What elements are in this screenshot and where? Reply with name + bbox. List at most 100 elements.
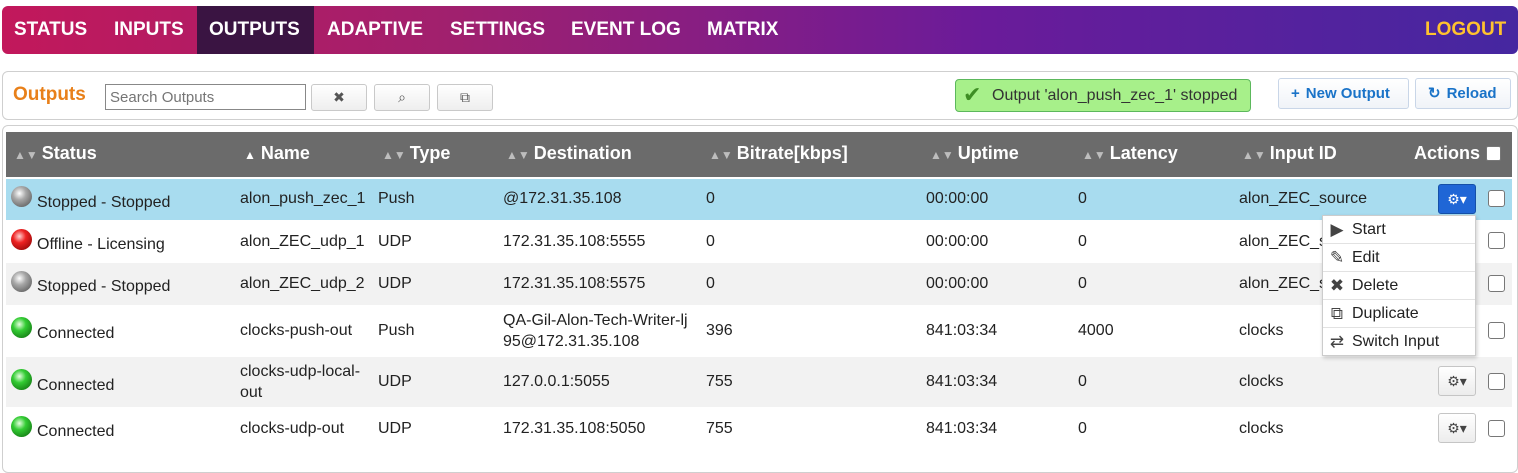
status-notice: ✔ Output 'alon_push_zec_1' stopped — [955, 79, 1251, 112]
cell-uptime: 841:03:34 — [926, 373, 998, 390]
cell-bitrate: 0 — [706, 275, 715, 292]
nav-matrix[interactable]: MATRIX — [695, 6, 790, 54]
delete-icon: ✖ — [1329, 276, 1345, 295]
reload-button[interactable]: ↻ Reload — [1415, 78, 1511, 109]
row-checkbox[interactable] — [1488, 232, 1505, 249]
cell-uptime: 00:00:00 — [926, 233, 989, 250]
cell-destination: 172.31.35.108:5575 — [503, 275, 646, 292]
menu-item-delete[interactable]: ✖ Delete — [1323, 272, 1475, 300]
table-row[interactable]: Connected clocks-push-out Push QA-Gil-Al… — [6, 305, 1512, 357]
cell-latency: 0 — [1078, 420, 1087, 437]
col-latency[interactable]: ▲▼ Latency — [1082, 132, 1178, 177]
search-icon: ⌕ — [398, 89, 406, 105]
cell-input-id: alon_ZEC_s — [1239, 233, 1328, 250]
cell-name: clocks-udp-out — [240, 420, 345, 437]
cell-uptime: 00:00:00 — [926, 190, 989, 207]
col-actions: Actions — [1414, 143, 1481, 163]
notice-text: Output 'alon_push_zec_1' stopped — [992, 87, 1238, 104]
row-checkbox[interactable] — [1488, 420, 1505, 437]
cell-destination: @172.31.35.108 — [503, 190, 622, 207]
col-destination[interactable]: ▲▼ Destination — [506, 132, 632, 177]
table-row[interactable]: Stopped - Stopped alon_ZEC_udp_2 UDP 172… — [6, 263, 1512, 305]
cell-latency: 0 — [1078, 373, 1087, 390]
cell-type: UDP — [378, 373, 412, 390]
col-type[interactable]: ▲▼ Type — [382, 132, 450, 177]
sort-icon: ▲▼ — [930, 148, 954, 162]
cell-latency: 0 — [1078, 275, 1087, 292]
top-nav: STATUS INPUTS OUTPUTS ADAPTIVE SETTINGS … — [2, 6, 1518, 54]
table-row[interactable]: Connected clocks-udp-local-out UDP 127.0… — [6, 357, 1512, 407]
cell-destination: 172.31.35.108:5555 — [503, 233, 646, 250]
nav-status[interactable]: STATUS — [2, 6, 99, 54]
cell-bitrate: 0 — [706, 190, 715, 207]
switch-icon: ⇄ — [1329, 332, 1345, 351]
cell-input-id: clocks — [1239, 322, 1284, 339]
cell-latency: 4000 — [1078, 322, 1114, 339]
copy-icon: ⧉ — [460, 89, 470, 105]
select-all-checkbox[interactable] — [1486, 146, 1501, 161]
row-checkbox[interactable] — [1488, 373, 1505, 390]
cell-input-id: alon_ZEC_source — [1239, 190, 1368, 207]
cell-name: clocks-udp-local-out — [240, 363, 361, 401]
gear-icon: ⚙▾ — [1447, 191, 1467, 207]
menu-item-start[interactable]: ▶ Start — [1323, 216, 1475, 244]
cell-status: Offline - Licensing — [37, 236, 165, 253]
table-row[interactable]: Offline - Licensing alon_ZEC_udp_1 UDP 1… — [6, 220, 1512, 263]
actions-menu: ▶ Start ✎ Edit ✖ Delete ⧉ Duplicate ⇄ Sw… — [1322, 215, 1476, 356]
actions-dropdown-button[interactable]: ⚙▾ — [1438, 184, 1476, 214]
table-row[interactable]: Connected clocks-udp-out UDP 172.31.35.1… — [6, 407, 1512, 452]
status-led-icon — [11, 369, 32, 390]
row-checkbox[interactable] — [1488, 322, 1505, 339]
cell-latency: 0 — [1078, 190, 1087, 207]
clear-search-button[interactable]: ✖ — [311, 84, 367, 111]
gear-icon: ⚙▾ — [1447, 420, 1467, 436]
col-name[interactable]: ▲ Name — [244, 132, 310, 177]
cell-type: UDP — [378, 233, 412, 250]
cell-type: Push — [378, 190, 415, 207]
nav-event-log[interactable]: EVENT LOG — [559, 6, 693, 54]
cell-bitrate: 755 — [706, 373, 733, 390]
row-checkbox[interactable] — [1488, 190, 1505, 207]
nav-adaptive[interactable]: ADAPTIVE — [315, 6, 435, 54]
cell-name: clocks-push-out — [240, 322, 353, 339]
play-icon: ▶ — [1330, 220, 1344, 239]
plus-icon: + — [1291, 85, 1300, 102]
table-row[interactable]: Stopped - Stopped alon_push_zec_1 Push @… — [6, 179, 1512, 220]
nav-logout[interactable]: LOGOUT — [1413, 6, 1518, 54]
cell-input-id: clocks — [1239, 373, 1284, 390]
reload-label: Reload — [1446, 85, 1497, 102]
nav-outputs[interactable]: OUTPUTS — [197, 6, 314, 54]
new-output-button[interactable]: + New Output — [1278, 78, 1409, 109]
cell-status: Stopped - Stopped — [37, 278, 171, 295]
menu-item-switch-input[interactable]: ⇄ Switch Input — [1323, 328, 1475, 356]
col-input-id[interactable]: ▲▼ Input ID — [1242, 132, 1337, 177]
col-bitrate[interactable]: ▲▼ Bitrate[kbps] — [709, 132, 848, 177]
cell-status: Stopped - Stopped — [37, 194, 171, 211]
sort-icon: ▲▼ — [1082, 148, 1106, 162]
menu-item-duplicate[interactable]: ⧉ Duplicate — [1323, 300, 1475, 328]
cell-type: Push — [378, 322, 415, 339]
cell-type: UDP — [378, 420, 412, 437]
cell-uptime: 00:00:00 — [926, 275, 989, 292]
cell-bitrate: 0 — [706, 233, 715, 250]
cell-destination: QA-Gil-Alon-Tech-Writer-lj95@172.31.35.1… — [503, 312, 688, 350]
sort-icon: ▲▼ — [14, 148, 38, 162]
actions-dropdown-button[interactable]: ⚙▾ — [1438, 413, 1476, 443]
cell-name: alon_push_zec_1 — [240, 190, 366, 207]
cell-name: alon_ZEC_udp_1 — [240, 233, 365, 250]
copy-button[interactable]: ⧉ — [437, 84, 493, 111]
col-status[interactable]: ▲▼ Status — [14, 132, 97, 177]
row-checkbox[interactable] — [1488, 275, 1505, 292]
cell-destination: 127.0.0.1:5055 — [503, 373, 610, 390]
page: STATUS INPUTS OUTPUTS ADAPTIVE SETTINGS … — [0, 0, 1518, 473]
menu-item-edit[interactable]: ✎ Edit — [1323, 244, 1475, 272]
col-uptime[interactable]: ▲▼ Uptime — [930, 132, 1019, 177]
actions-dropdown-button[interactable]: ⚙▾ — [1438, 366, 1476, 396]
search-input[interactable] — [105, 84, 306, 110]
reload-icon: ↻ — [1428, 85, 1441, 102]
nav-inputs[interactable]: INPUTS — [102, 6, 196, 54]
page-title: Outputs — [13, 84, 86, 105]
nav-settings[interactable]: SETTINGS — [438, 6, 557, 54]
search-button[interactable]: ⌕ — [374, 84, 430, 111]
cell-input-id: alon_ZEC_s — [1239, 275, 1328, 292]
